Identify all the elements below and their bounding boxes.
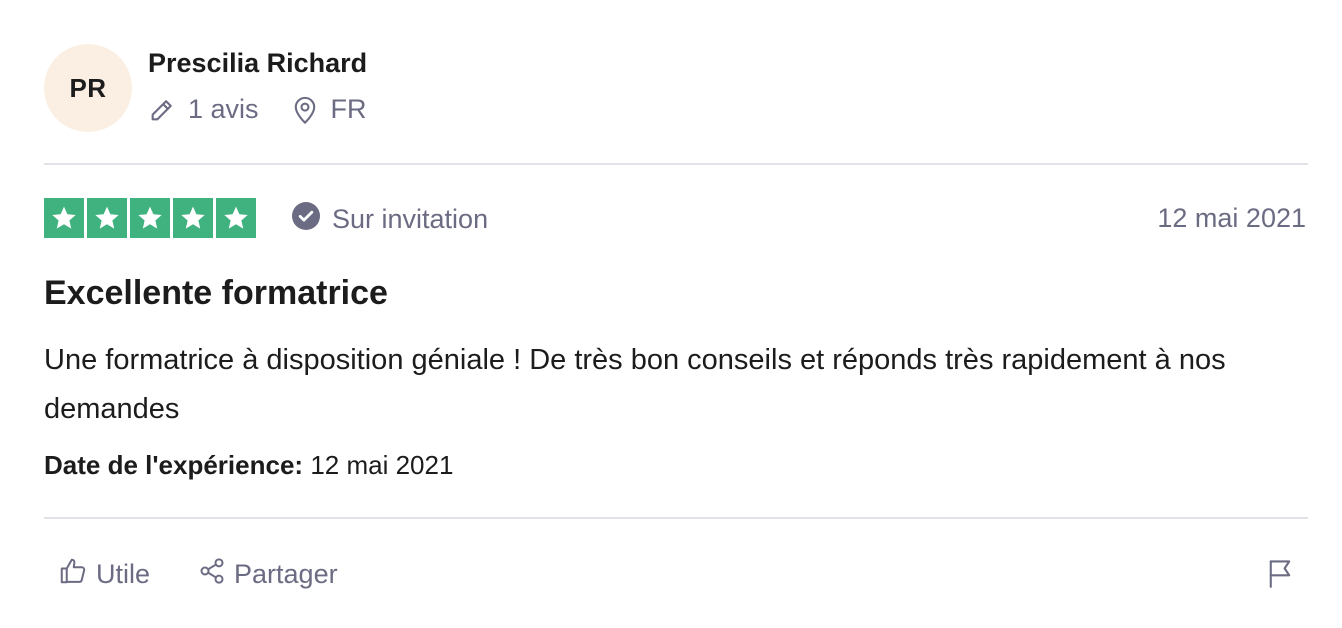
review-title: Excellente formatrice	[44, 274, 388, 312]
experience-date: Date de l'expérience: 12 mai 2021	[44, 450, 453, 481]
divider-bottom	[44, 517, 1308, 519]
experience-date-label: Date de l'expérience:	[44, 450, 304, 480]
review-date: 12 mai 2021	[1157, 203, 1306, 233]
check-circle-icon	[292, 202, 320, 237]
share-icon	[198, 557, 226, 592]
review-body: Une formatrice à disposition géniale ! D…	[44, 344, 1226, 425]
review-card: PR Prescilia Richard 1 avis FR Sur invit…	[0, 0, 1342, 628]
review-count-label: 1 avis	[188, 94, 259, 124]
star-icon	[130, 198, 170, 238]
reviewer-name[interactable]: Prescilia Richard	[148, 48, 367, 79]
share-label: Partager	[234, 559, 338, 589]
avatar[interactable]: PR	[44, 44, 132, 132]
thumbs-up-icon	[58, 556, 88, 593]
reviewer-meta: 1 avis FR	[148, 94, 367, 125]
verified-badge[interactable]: Sur invitation	[292, 202, 488, 237]
star-icon	[173, 198, 213, 238]
location-pin-icon	[291, 95, 319, 125]
report-button[interactable]	[1266, 558, 1294, 593]
star-icon	[44, 198, 84, 238]
pencil-icon	[148, 96, 176, 124]
share-button[interactable]: Partager	[198, 557, 338, 592]
verified-label: Sur invitation	[332, 204, 489, 234]
review-actions: Utile Partager	[58, 556, 338, 593]
flag-icon	[1266, 560, 1294, 592]
experience-date-value: 12 mai 2021	[310, 450, 454, 480]
useful-label: Utile	[96, 559, 151, 589]
country-label: FR	[330, 94, 367, 124]
review-count: 1 avis	[148, 94, 259, 125]
star-icon	[87, 198, 127, 238]
star-icon	[216, 198, 256, 238]
useful-button[interactable]: Utile	[58, 556, 150, 593]
divider-top	[44, 163, 1308, 165]
star-rating	[44, 198, 256, 238]
reviewer-location: FR	[291, 94, 367, 125]
